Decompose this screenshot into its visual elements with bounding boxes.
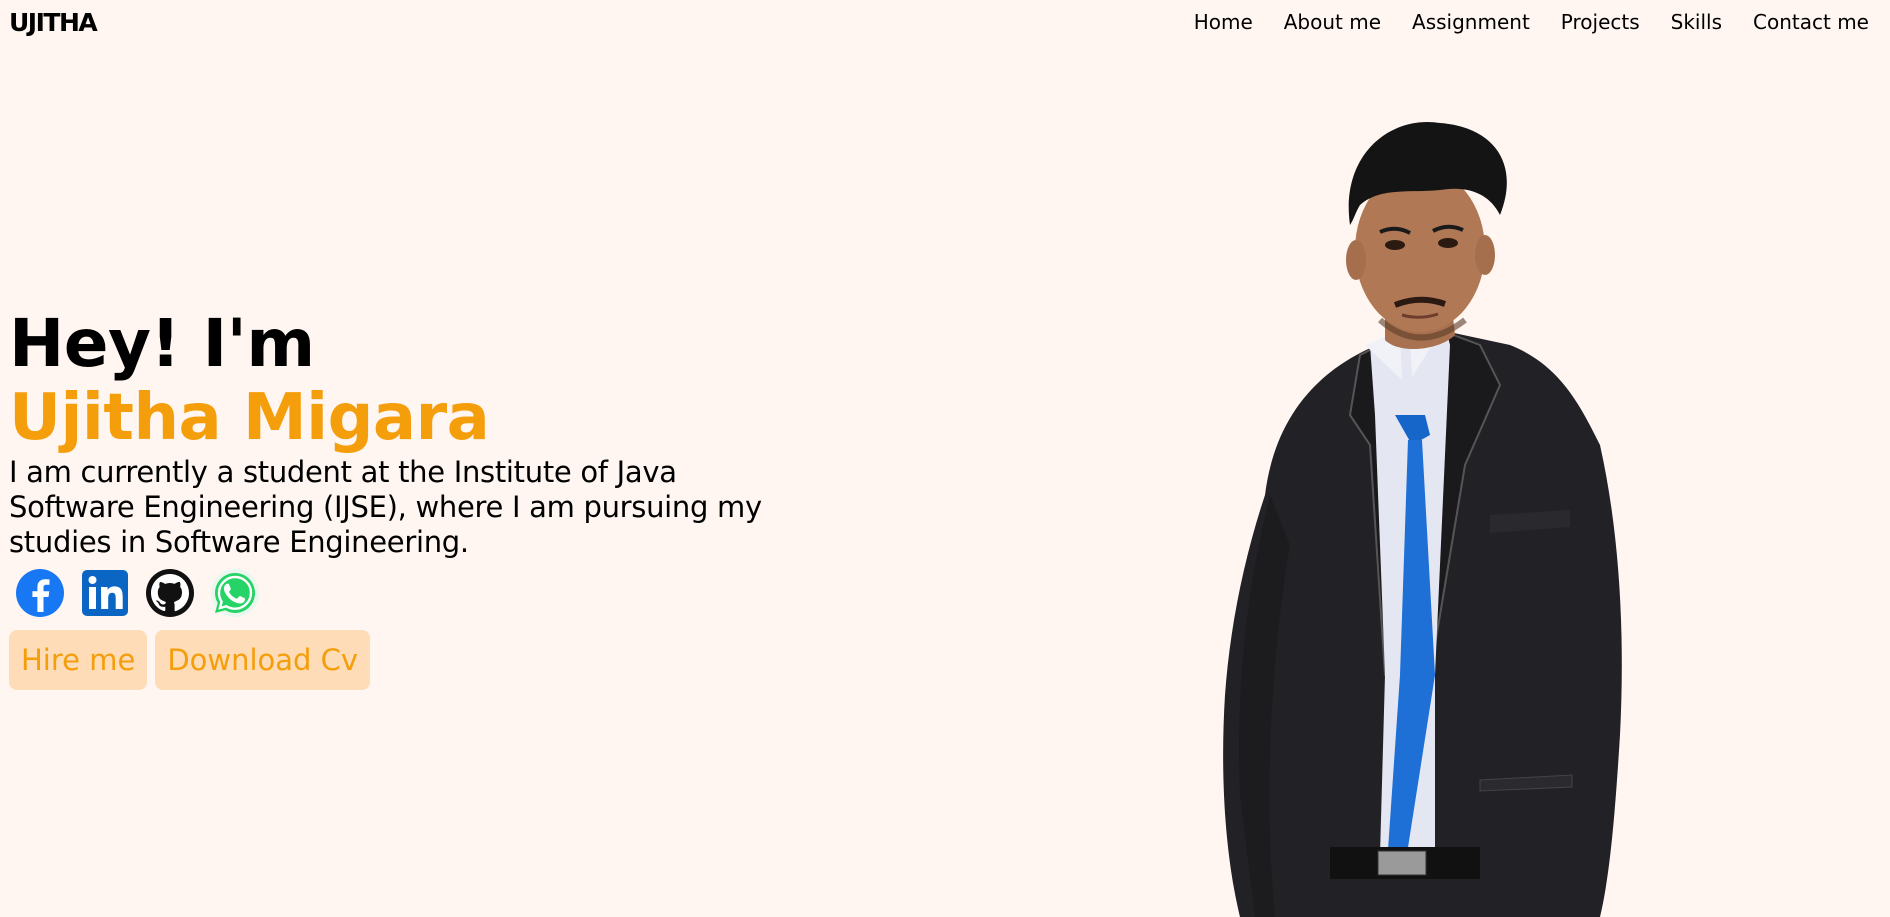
profile-photo — [1223, 121, 1622, 917]
hero-bio: I am currently a student at the Institut… — [9, 455, 762, 559]
top-navbar: UJITHA Home About me Assignment Projects… — [0, 0, 1890, 44]
social-links — [15, 568, 769, 618]
whatsapp-icon[interactable] — [210, 568, 260, 618]
page: UJITHA Home About me Assignment Projects… — [0, 0, 1890, 917]
nav-link-assignment[interactable]: Assignment — [1412, 10, 1530, 34]
nav-menu: Home About me Assignment Projects Skills… — [1194, 10, 1881, 34]
hire-me-button[interactable]: Hire me — [9, 630, 148, 690]
nav-link-skills[interactable]: Skills — [1671, 10, 1722, 34]
download-cv-button[interactable]: Download Cv — [155, 630, 371, 690]
nav-link-projects[interactable]: Projects — [1561, 10, 1640, 34]
hero-greeting: Hey! I'm — [9, 305, 315, 382]
nav-link-contact[interactable]: Contact me — [1753, 10, 1869, 34]
nav-link-home[interactable]: Home — [1194, 10, 1253, 34]
github-icon[interactable] — [145, 568, 195, 618]
hero-name: Ujitha Migara — [9, 381, 490, 455]
hero-section: Hey! I'm Ujitha Migara I am currently a … — [9, 305, 769, 690]
facebook-icon[interactable] — [15, 568, 65, 618]
brand-logo[interactable]: UJITHA — [9, 8, 98, 37]
hero-actions: Hire me Download Cv — [9, 630, 769, 690]
nav-link-about[interactable]: About me — [1284, 10, 1381, 34]
linkedin-icon[interactable] — [80, 568, 130, 618]
